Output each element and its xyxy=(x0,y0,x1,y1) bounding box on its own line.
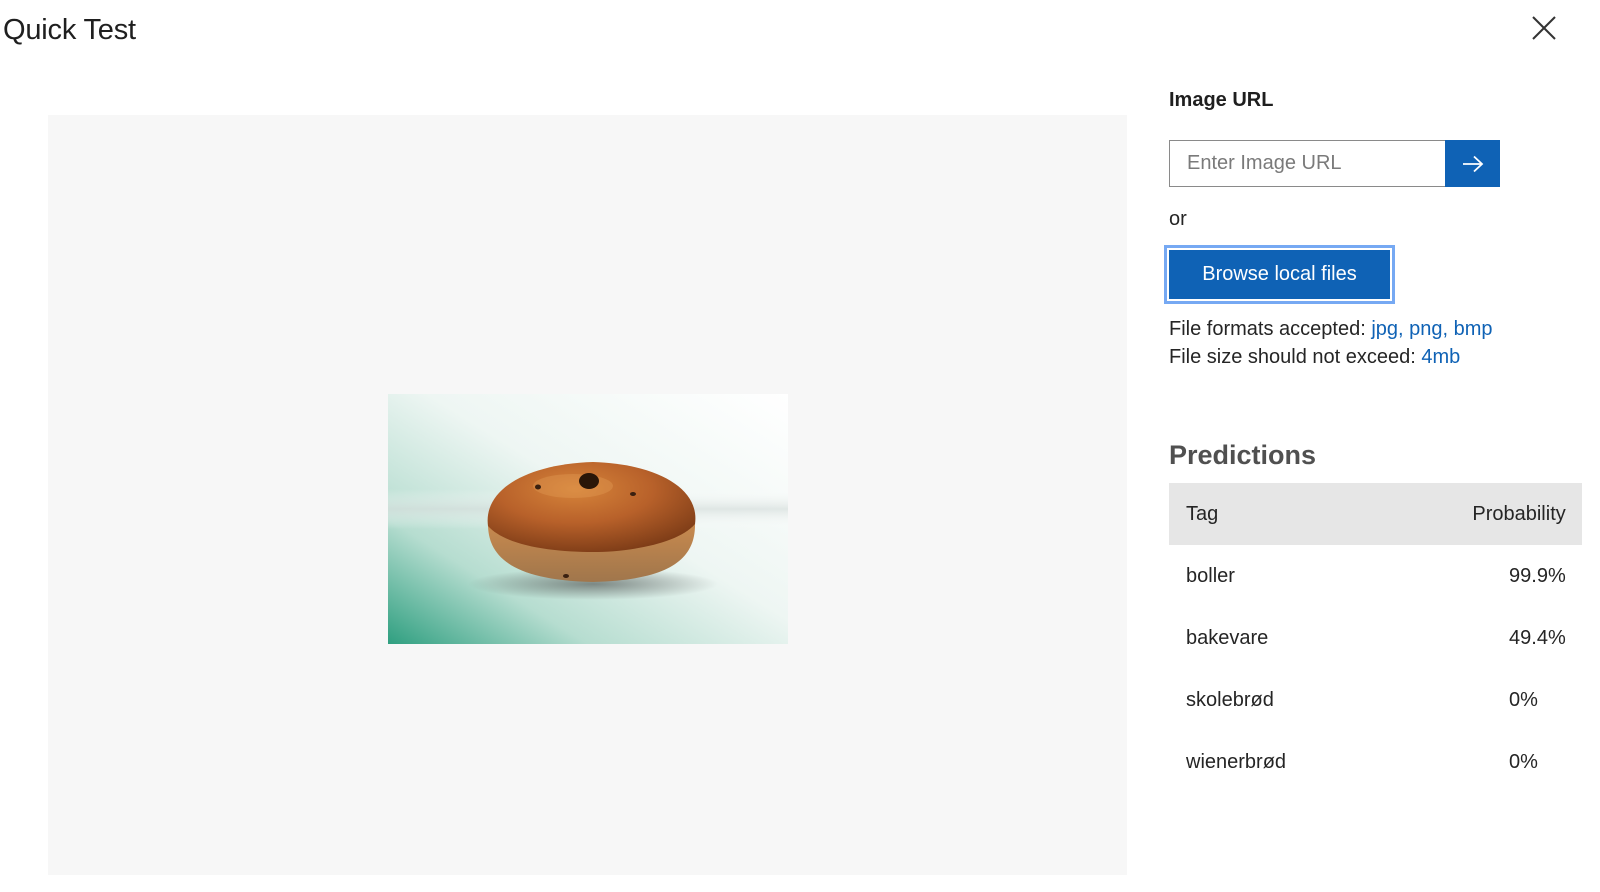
prediction-probability: 49.4% xyxy=(1509,626,1566,649)
browse-local-files-button[interactable]: Browse local files xyxy=(1169,250,1390,299)
file-formats-label: File formats accepted: xyxy=(1169,318,1372,340)
image-url-input[interactable] xyxy=(1169,140,1445,187)
image-url-submit-button[interactable] xyxy=(1445,140,1500,187)
image-preview-area xyxy=(48,115,1127,875)
close-button[interactable] xyxy=(1530,14,1558,42)
file-size-info: File size should not exceed: 4mb xyxy=(1169,346,1460,369)
table-header-row: Tag Probability xyxy=(1169,483,1582,545)
or-separator: or xyxy=(1169,208,1187,230)
preview-image xyxy=(388,394,788,644)
prediction-probability: 0% xyxy=(1509,688,1538,711)
file-size-value: 4mb xyxy=(1421,346,1461,368)
close-icon xyxy=(1532,16,1556,40)
column-header-probability: Probability xyxy=(1286,483,1582,545)
prediction-tag: boller xyxy=(1186,564,1235,587)
dialog-title: Quick Test xyxy=(3,14,136,46)
table-row: wienerbrød 0% xyxy=(1169,731,1582,793)
file-size-label: File size should not exceed: xyxy=(1169,346,1422,368)
table-row: boller 99.9% xyxy=(1169,545,1582,607)
prediction-tag: wienerbrød xyxy=(1186,750,1287,773)
image-url-label: Image URL xyxy=(1169,89,1274,111)
predictions-title: Predictions xyxy=(1169,440,1317,470)
column-header-tag: Tag xyxy=(1169,483,1287,545)
predictions-table: Tag Probability boller 99.9% bakevare 49… xyxy=(1169,483,1582,793)
prediction-probability: 99.9% xyxy=(1509,564,1566,587)
arrow-right-icon xyxy=(1462,155,1483,172)
table-row: bakevare 49.4% xyxy=(1169,607,1582,669)
file-formats-info: File formats accepted: jpg, png, bmp xyxy=(1169,318,1493,341)
file-formats-value: jpg, png, bmp xyxy=(1371,318,1493,340)
table-row: skolebrød 0% xyxy=(1169,669,1582,731)
prediction-tag: bakevare xyxy=(1186,626,1269,649)
prediction-tag: skolebrød xyxy=(1186,688,1274,711)
prediction-probability: 0% xyxy=(1509,750,1538,773)
